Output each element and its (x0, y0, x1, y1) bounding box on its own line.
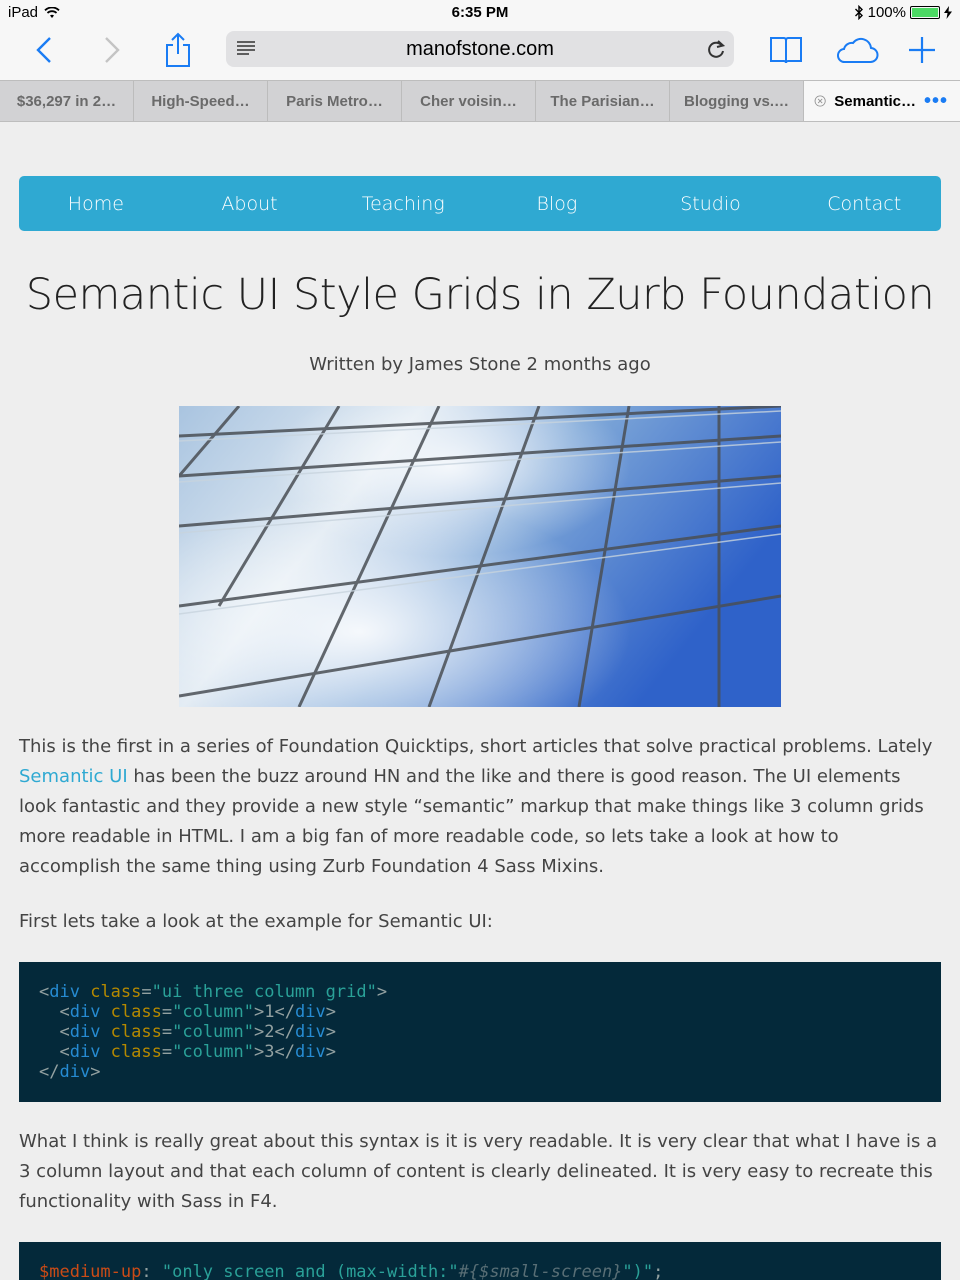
tab-5[interactable]: The Parisian… (536, 81, 670, 121)
tab-1[interactable]: $36,297 in 2… (0, 81, 134, 121)
address-bar[interactable]: manofstone.com (226, 31, 734, 67)
battery-icon (910, 6, 940, 19)
tab-2[interactable]: High-Speed… (134, 81, 268, 121)
battery-percent: 100% (867, 4, 906, 21)
battery-level (912, 8, 938, 17)
article-title: Semantic UI Style Grids in Zurb Foundati… (25, 270, 935, 320)
nav-studio[interactable]: Studio (634, 176, 788, 231)
tab-label: $36,297 in 2… (16, 92, 117, 110)
share-button[interactable] (158, 30, 198, 70)
nav-blog[interactable]: Blog (480, 176, 634, 231)
more-icon[interactable]: ••• (924, 90, 948, 113)
tab-bar: $36,297 in 2… High-Speed… Paris Metro… C… (0, 80, 960, 122)
hero-image (179, 406, 781, 707)
tab-label: High-Speed… (151, 92, 250, 110)
tab-label: Blogging vs.… (684, 92, 789, 110)
status-time: 6:35 PM (451, 4, 509, 21)
book-icon (770, 37, 802, 64)
code-block-html: <div class="ui three column grid"> <div … (19, 962, 941, 1102)
back-button[interactable] (24, 30, 64, 70)
chevron-right-icon (105, 37, 120, 63)
chevron-left-icon (36, 37, 51, 63)
bluetooth-icon (854, 5, 863, 20)
code-block-sass: $medium-up: "only screen and (max-width:… (19, 1242, 941, 1280)
tab-label: The Parisian… (550, 92, 655, 110)
bookmarks-button[interactable] (766, 30, 806, 70)
share-icon (166, 32, 190, 67)
paragraph-text: has been the buzz around HN and the like… (19, 766, 924, 877)
paragraph-intro: This is the first in a series of Foundat… (19, 732, 941, 882)
url-text: manofstone.com (406, 38, 554, 60)
charging-icon (944, 6, 952, 19)
cloud-icon (837, 37, 879, 63)
tab-label: Cher voisin… (420, 92, 517, 110)
status-right: 100% (854, 4, 952, 21)
nav-about[interactable]: About (173, 176, 327, 231)
status-bar: iPad 6:35 PM 100% (0, 0, 960, 26)
close-tab-icon[interactable] (814, 92, 826, 110)
tab-active[interactable]: Semantic… ••• (804, 81, 960, 121)
tab-4[interactable]: Cher voisin… (402, 81, 536, 121)
paragraph-example-intro: First lets take a look at the example fo… (19, 911, 493, 932)
nav-contact[interactable]: Contact (787, 176, 941, 231)
icloud-tabs-button[interactable] (834, 30, 880, 70)
plus-icon (909, 37, 935, 63)
nav-teaching[interactable]: Teaching (326, 176, 480, 231)
paragraph-text: This is the first in a series of Foundat… (19, 736, 933, 757)
new-tab-button[interactable] (902, 30, 942, 70)
tab-6[interactable]: Blogging vs.… (670, 81, 804, 121)
forward-button[interactable] (92, 30, 132, 70)
paragraph-analysis: What I think is really great about this … (19, 1131, 938, 1212)
browser-toolbar: manofstone.com (0, 26, 960, 80)
tab-label: Semantic… (834, 92, 916, 110)
semantic-ui-link[interactable]: Semantic UI (19, 766, 128, 787)
tab-label: Paris Metro… (286, 92, 383, 110)
reload-icon[interactable] (706, 38, 726, 60)
article-byline: Written by James Stone 2 months ago (309, 354, 651, 375)
site-nav: Home About Teaching Blog Studio Contact (19, 176, 941, 231)
tab-3[interactable]: Paris Metro… (268, 81, 402, 121)
nav-home[interactable]: Home (19, 176, 173, 231)
